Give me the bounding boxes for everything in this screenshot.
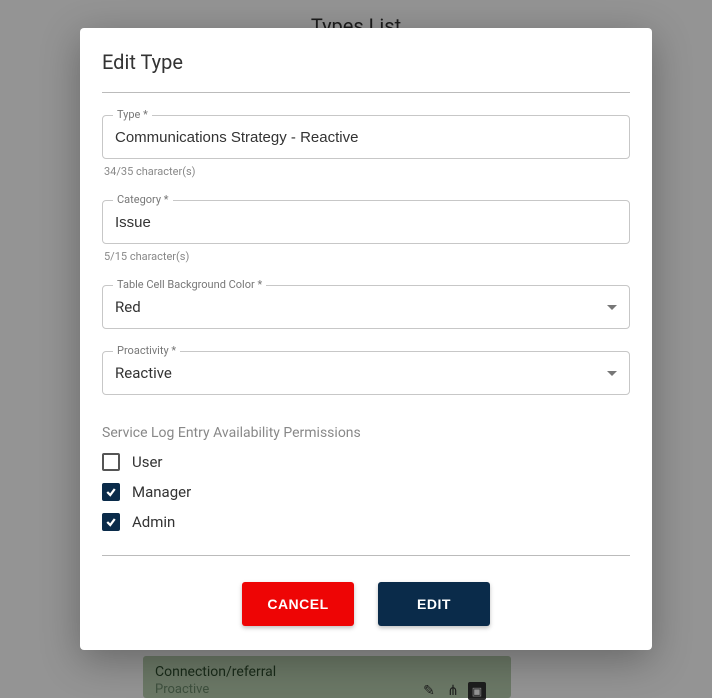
- proactivity-value: Reactive: [115, 364, 172, 382]
- type-field[interactable]: Type *: [102, 115, 630, 159]
- divider: [102, 92, 630, 93]
- manager-checkbox[interactable]: [102, 483, 120, 501]
- user-checkbox[interactable]: [102, 453, 120, 471]
- permission-row-manager: Manager: [102, 483, 630, 501]
- category-helper: 5/15 character(s): [104, 250, 630, 263]
- cancel-button[interactable]: CANCEL: [242, 582, 354, 626]
- category-input[interactable]: [115, 214, 617, 231]
- category-label: Category *: [113, 193, 173, 206]
- type-field-wrap: Type * 34/35 character(s): [102, 115, 630, 178]
- proactivity-select[interactable]: Reactive: [115, 364, 617, 382]
- edit-button[interactable]: EDIT: [378, 582, 490, 626]
- permissions-section-label: Service Log Entry Availability Permissio…: [102, 425, 630, 441]
- proactivity-field[interactable]: Proactivity * Reactive: [102, 351, 630, 395]
- bgcolor-label: Table Cell Background Color *: [113, 278, 266, 291]
- bgcolor-select[interactable]: Red: [115, 298, 617, 316]
- admin-checkbox-label: Admin: [132, 513, 175, 531]
- bgcolor-value: Red: [115, 298, 141, 316]
- type-input[interactable]: [115, 129, 617, 146]
- admin-checkbox[interactable]: [102, 513, 120, 531]
- type-label: Type *: [113, 108, 152, 121]
- bgcolor-field-wrap: Table Cell Background Color * Red: [102, 285, 630, 329]
- manager-checkbox-label: Manager: [132, 483, 191, 501]
- permission-row-user: User: [102, 453, 630, 471]
- category-field[interactable]: Category *: [102, 200, 630, 244]
- chevron-down-icon: [607, 371, 617, 376]
- proactivity-field-wrap: Proactivity * Reactive: [102, 351, 630, 395]
- dialog-title: Edit Type: [102, 50, 630, 74]
- edit-type-dialog: Edit Type Type * 34/35 character(s) Cate…: [80, 28, 652, 650]
- permission-row-admin: Admin: [102, 513, 630, 531]
- proactivity-label: Proactivity *: [113, 344, 180, 357]
- dialog-actions: CANCEL EDIT: [80, 582, 652, 626]
- category-field-wrap: Category * 5/15 character(s): [102, 200, 630, 263]
- chevron-down-icon: [607, 305, 617, 310]
- user-checkbox-label: User: [132, 453, 163, 471]
- type-helper: 34/35 character(s): [104, 165, 630, 178]
- divider: [102, 555, 630, 556]
- bgcolor-field[interactable]: Table Cell Background Color * Red: [102, 285, 630, 329]
